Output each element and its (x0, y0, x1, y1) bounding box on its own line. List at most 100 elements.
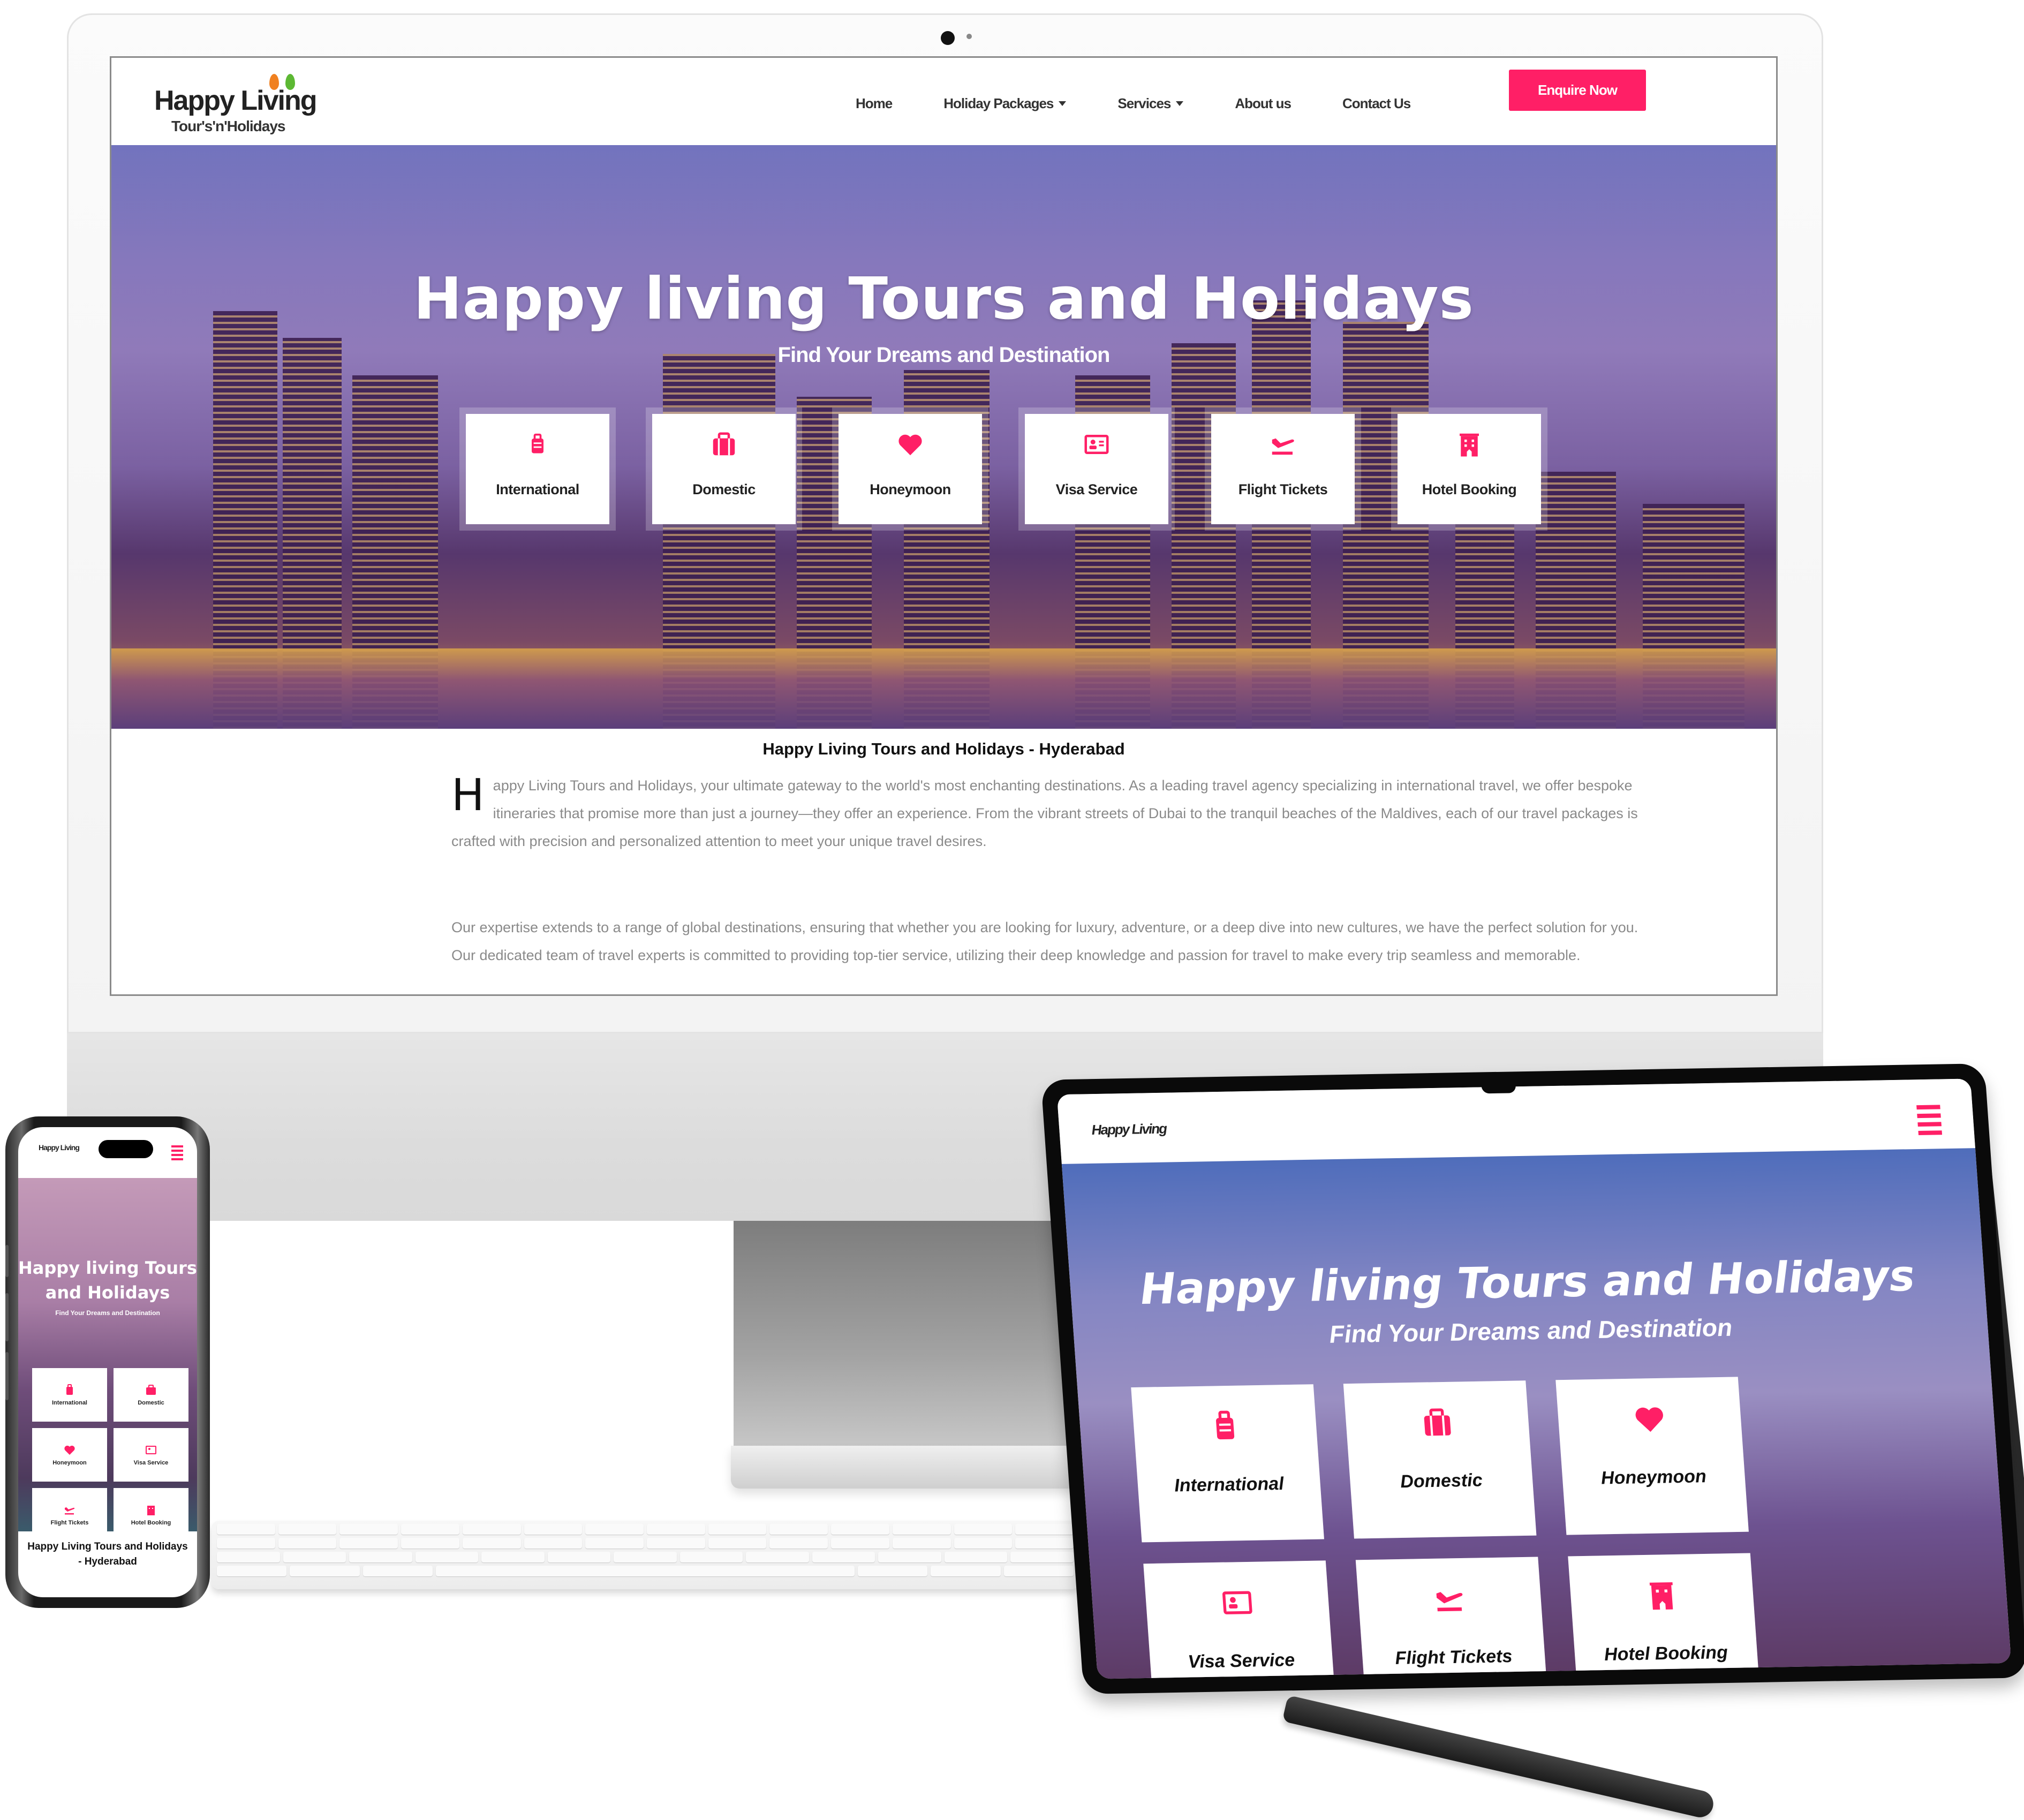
dropcap: H (451, 770, 485, 821)
nav-contact[interactable]: Contact Us (1342, 95, 1411, 112)
tablet-card-label: Honeymoon (1600, 1466, 1708, 1489)
service-card-honeymoon[interactable]: Honeymoon (839, 414, 982, 524)
hotel-icon (147, 1506, 155, 1515)
tablet-card-label: Visa Service (1187, 1650, 1296, 1672)
phone-hero-subtitle: Find Your Dreams and Destination (55, 1309, 160, 1317)
phone-logo[interactable]: Happy Living (39, 1143, 80, 1152)
waterfront (111, 648, 1776, 729)
about-paragraph-1: Happy Living Tours and Holidays, your ul… (451, 772, 1640, 855)
suitcase-rolling-icon (66, 1384, 73, 1395)
tablet-hero: Happy living Tours and Holidays Find You… (1061, 1148, 2012, 1679)
service-card-flight[interactable]: Flight Tickets (1211, 414, 1355, 524)
phone-card-flight[interactable]: Flight Tickets (32, 1488, 107, 1542)
hero-banner: Happy living Tours and Holidays Find You… (111, 145, 1776, 729)
nav-contact-label: Contact Us (1342, 95, 1411, 111)
phone-card-visa[interactable]: Visa Service (114, 1428, 188, 1482)
service-card-visa[interactable]: Visa Service (1025, 414, 1168, 524)
tablet-hero-title: Happy living Tours and Holidays (1138, 1250, 1916, 1314)
nav-services[interactable]: Services (1117, 95, 1184, 112)
phone-card-label: Honeymoon (52, 1460, 87, 1466)
briefcase-icon (1424, 1408, 1451, 1436)
phone-card-label: Visa Service (133, 1460, 169, 1466)
tablet-card-domestic[interactable]: Domestic (1343, 1380, 1537, 1539)
service-label: International (496, 481, 579, 497)
heart-icon (1635, 1407, 1663, 1432)
nav-home[interactable]: Home (856, 95, 893, 112)
service-cards: International Domestic Honeymoon Visa Se… (459, 407, 1547, 531)
nav-about[interactable]: About us (1235, 95, 1292, 112)
briefcase-icon (709, 430, 738, 459)
stylus-pen (1282, 1695, 1716, 1820)
tablet-service-grid: International Domestic Honeymoon Visa Se… (1131, 1377, 1761, 1679)
tablet-card-international[interactable]: International (1131, 1384, 1324, 1543)
phone-device: Happy Living Happy living Tours and Holid… (5, 1116, 210, 1608)
phone-card-label: International (51, 1400, 87, 1406)
suitcase-rolling-icon (1216, 1410, 1235, 1440)
phone-card-label: Flight Tickets (50, 1520, 89, 1526)
tablet-card-hotel[interactable]: Hotel Booking (1568, 1553, 1761, 1679)
nav-holiday-packages[interactable]: Holiday Packages (943, 95, 1067, 112)
service-label: Hotel Booking (1422, 481, 1517, 497)
phone-hero: Happy living Tours and Holidays Find Your… (18, 1178, 197, 1542)
phone-screen: Happy Living Happy living Tours and Holid… (18, 1127, 197, 1597)
phone-hero-title: Happy living Tours and Holidays (18, 1256, 197, 1305)
monitor-camera (941, 31, 955, 45)
service-label: Domestic (692, 481, 756, 497)
plane-arrival-icon (1436, 1592, 1463, 1612)
phone-service-grid: International Domestic Honeymoon Visa Se… (32, 1368, 188, 1542)
chevron-down-icon (1176, 101, 1184, 106)
hotel-icon (1455, 430, 1484, 459)
chevron-down-icon (1059, 101, 1067, 106)
hamburger-icon[interactable] (171, 1145, 183, 1162)
nav-holiday-packages-label: Holiday Packages (943, 95, 1054, 111)
about-title: Happy Living Tours and Holidays - Hydera… (762, 739, 1125, 758)
phone-card-domestic[interactable]: Domestic (114, 1368, 188, 1422)
about-paragraph-2: Our expertise extends to a range of glob… (451, 919, 1638, 963)
hamburger-icon[interactable] (1916, 1105, 1943, 1139)
id-card-icon (1082, 430, 1111, 459)
tablet-card-visa[interactable]: Visa Service (1143, 1560, 1336, 1679)
monitor-sensor (966, 34, 972, 39)
phone-content-title-line2: - Hyderabad (78, 1556, 137, 1567)
nav-about-label: About us (1235, 95, 1292, 111)
main-nav: Home Holiday Packages Services About us … (856, 85, 1462, 122)
tablet-screen: Happy Living Happy living Tours and Holi… (1056, 1078, 2012, 1679)
phone-card-international[interactable]: International (32, 1368, 107, 1422)
about-paragraph-1-text: appy Living Tours and Holidays, your ult… (451, 777, 1638, 849)
phone-side-button (5, 1245, 9, 1277)
site-logo[interactable]: Happy Living Tour's'n'Holidays (154, 74, 326, 134)
dynamic-island (99, 1140, 153, 1158)
service-card-domestic[interactable]: Domestic (652, 414, 796, 524)
suitcase-rolling-icon (523, 430, 552, 459)
heart-icon (64, 1445, 75, 1455)
id-card-icon (146, 1446, 156, 1454)
desktop-browser-viewport: Happy Living Tour's'n'Holidays Home Holi… (110, 56, 1778, 996)
phone-content-title-line1: Happy Living Tours and Holidays (27, 1541, 188, 1552)
tablet-camera-notch (1481, 1081, 1516, 1094)
id-card-icon (1222, 1591, 1252, 1614)
tablet-logo[interactable]: Happy Living (1091, 1121, 1167, 1138)
phone-card-honeymoon[interactable]: Honeymoon (32, 1428, 107, 1482)
service-card-international[interactable]: International (466, 414, 609, 524)
phone-volume-down (5, 1352, 9, 1400)
phone-volume-up (5, 1293, 9, 1341)
phone-content-title: Happy Living Tours and Holidays - Hyderab… (18, 1539, 197, 1569)
tablet-card-honeymoon[interactable]: Honeymoon (1555, 1377, 1749, 1535)
tablet-card-label: International (1173, 1473, 1285, 1496)
heart-icon (896, 430, 925, 459)
phone-card-hotel[interactable]: Hotel Booking (114, 1488, 188, 1542)
phone-hero-title-line1: Happy living Tours (18, 1258, 197, 1278)
tablet-card-label: Hotel Booking (1603, 1642, 1729, 1665)
tablet-card-flight[interactable]: Flight Tickets (1355, 1557, 1549, 1679)
service-card-hotel[interactable]: Hotel Booking (1398, 414, 1541, 524)
keyboard (212, 1521, 1079, 1589)
service-label: Visa Service (1055, 481, 1138, 497)
enquire-now-button[interactable]: Enquire Now (1509, 70, 1646, 111)
site-header: Happy Living Tour's'n'Holidays Home Holi… (111, 58, 1776, 145)
service-label: Flight Tickets (1238, 481, 1328, 497)
phone-card-label: Hotel Booking (131, 1520, 171, 1526)
tablet-card-label: Flight Tickets (1394, 1646, 1513, 1668)
hero-title: Happy living Tours and Holidays (413, 266, 1474, 333)
logo-name: Happy Living (154, 85, 317, 116)
phone-card-label: Domestic (138, 1400, 164, 1406)
